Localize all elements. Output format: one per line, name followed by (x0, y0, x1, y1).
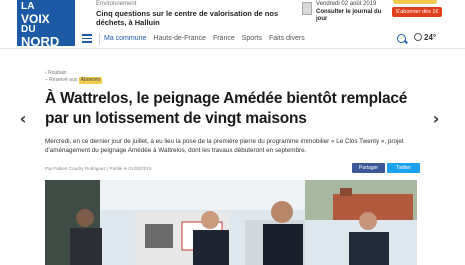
next-article-arrow-icon[interactable]: › (429, 110, 443, 128)
journal-cta: Consulter le journal du jour (316, 8, 382, 23)
promo-kicker: Environnement (96, 1, 137, 7)
sun-icon (414, 33, 422, 41)
subscribers-badge: Abonnés (78, 77, 103, 84)
breadcrumb-sub: – Réservé aux Abonnés (45, 77, 103, 84)
nav-divider (99, 33, 100, 45)
site-logo[interactable]: LA VOIX DU NORD (17, 0, 75, 48)
promo-text: Cinq questions sur le centre de valorisa… (96, 9, 279, 27)
search-icon[interactable] (397, 34, 406, 43)
nav-item-sports[interactable]: Sports (242, 35, 262, 42)
breadcrumb: ‹ Roubaix – Réservé aux Abonnés (45, 70, 103, 84)
nav-items: Ma commune Hauts-de-France France Sports… (104, 35, 305, 42)
promo-tab (393, 0, 437, 4)
nav-item-ma-commune[interactable]: Ma commune (104, 35, 146, 42)
site-header: LA VOIX DU NORD Environnement Cinq quest… (0, 0, 465, 48)
ceremony-photo-illustration (45, 180, 417, 265)
article-photo (45, 180, 417, 265)
nav-item-faits-divers[interactable]: Faits divers (269, 35, 305, 42)
menu-icon[interactable] (82, 34, 92, 43)
journal-du-jour-link[interactable]: Vendredi 02 août 2019 Consulter le journ… (302, 1, 382, 24)
header-divider (0, 48, 465, 49)
article-byline: Par Fabien Coudry Rodriguez | Publié le … (45, 166, 152, 171)
breadcrumb-section[interactable]: ‹ Roubaix (45, 70, 102, 77)
nav-item-hauts-de-france[interactable]: Hauts-de-France (153, 35, 206, 42)
subscribe-button[interactable]: S'abonner dès 1€ (392, 7, 442, 17)
weather-widget[interactable]: 24° (414, 33, 436, 42)
facebook-share-button[interactable]: Partager (352, 163, 385, 173)
weather-temp: 24° (424, 33, 437, 42)
previous-article-arrow-icon[interactable]: ‹ (16, 110, 30, 128)
article-title: À Wattrelos, le peignage Amédée bientôt … (45, 90, 408, 127)
article-lead: Mercredi, en ce dernier jour de juillet,… (45, 138, 404, 154)
twitter-share-button[interactable]: Twitter (387, 163, 420, 173)
article-page: LA VOIX DU NORD Environnement Cinq quest… (0, 0, 465, 265)
nav-item-france[interactable]: France (213, 35, 235, 42)
main-nav: Ma commune Hauts-de-France France Sports… (75, 31, 465, 47)
journal-date: Vendredi 02 août 2019 (316, 1, 377, 7)
promo-article-link[interactable]: Environnement Cinq questions sur le cent… (96, 0, 306, 27)
